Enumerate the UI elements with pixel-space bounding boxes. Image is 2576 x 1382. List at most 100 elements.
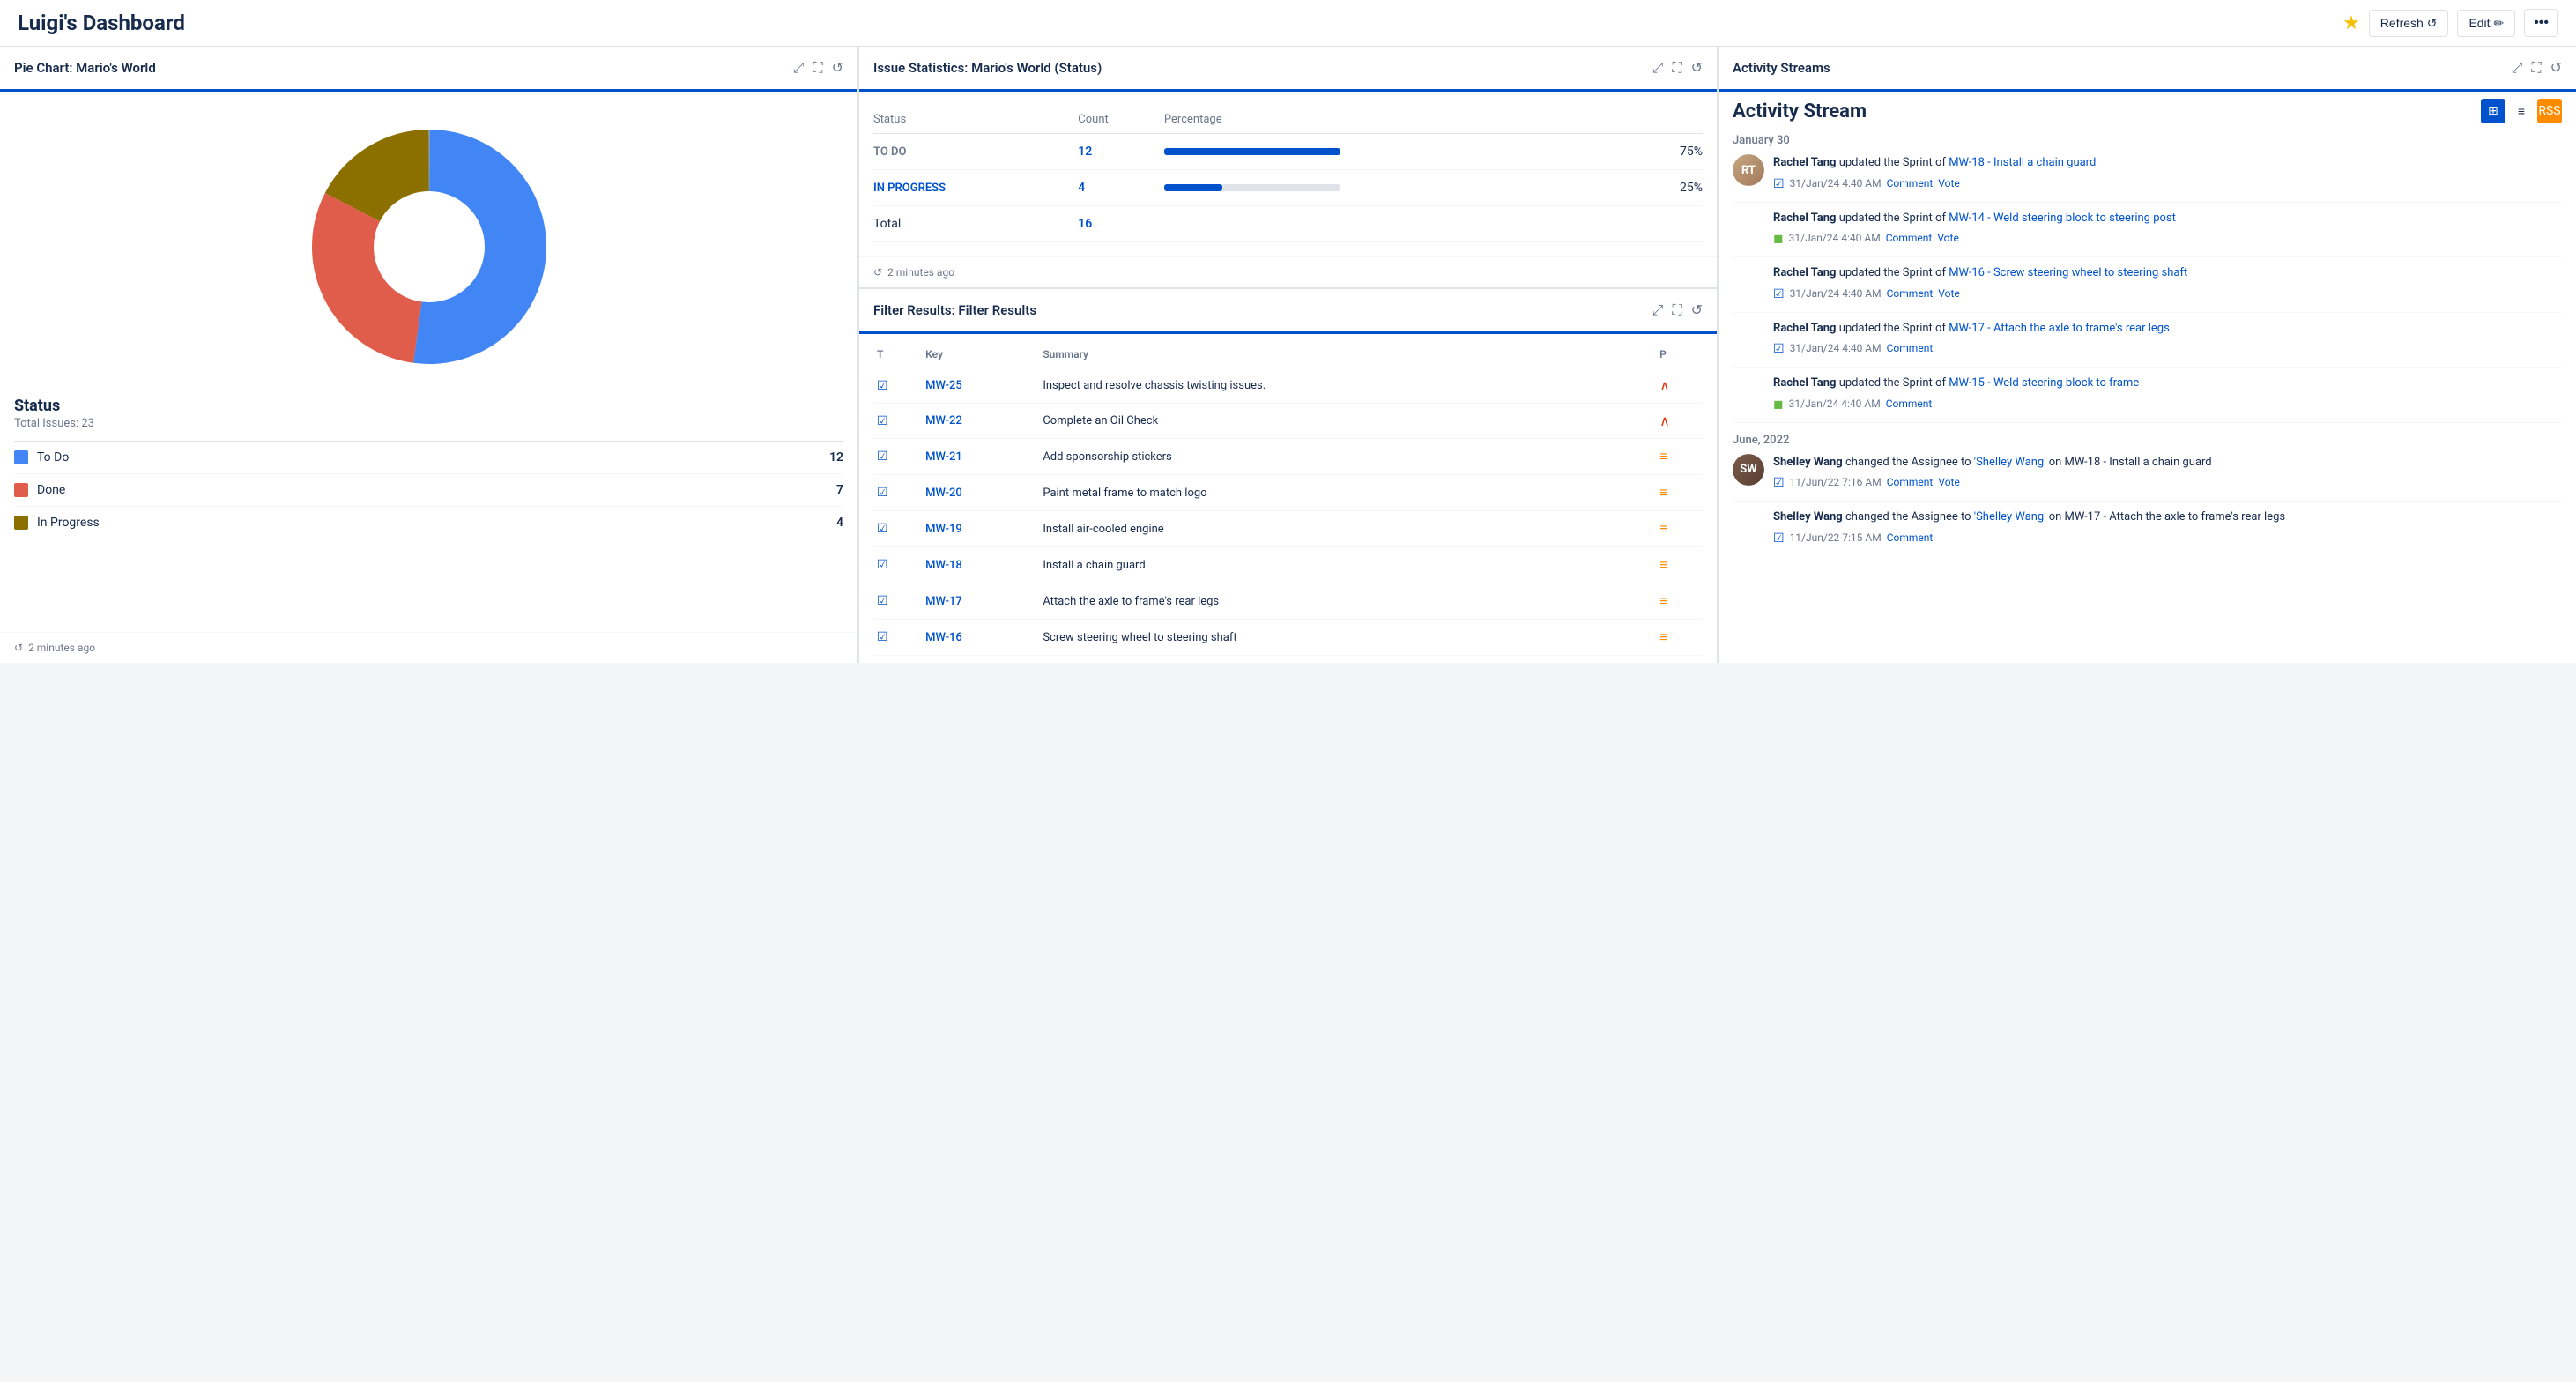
filter-collapse-icon[interactable]: ⤢ (1652, 301, 1664, 319)
collapse-icon[interactable]: ⤢ (793, 59, 805, 77)
pie-chart-footer: ↺ 2 minutes ago (0, 632, 857, 663)
divider-5 (1733, 422, 2562, 423)
activity-link-mw15[interactable]: MW-15 - Weld steering block to frame (1949, 376, 2139, 390)
summary-mw16: Screw steering wheel to steering shaft (1039, 620, 1656, 656)
key-mw25[interactable]: MW-25 (925, 379, 962, 392)
activity-link-sw2[interactable]: 'Shelley Wang' (1974, 510, 2046, 524)
priority-mw17: ≡ (1659, 592, 1667, 609)
legend-count-done: 7 (836, 483, 843, 497)
avatar-shelley-1: SW (1733, 454, 1764, 486)
legend-color-done (14, 483, 28, 497)
more-button[interactable]: ••• (2524, 9, 2558, 37)
activity-view-icons: ⊞ ≡ RSS (2481, 99, 2562, 123)
filter-fullscreen-icon[interactable]: ⛶ (1672, 301, 1681, 319)
activity-item-6: SW Shelley Wang changed the Assignee to … (1733, 454, 2562, 491)
activity-text-3: Rachel Tang updated the Sprint of MW-16 … (1773, 264, 2562, 282)
activity-content-5: Rachel Tang updated the Sprint of MW-15 … (1773, 375, 2562, 412)
activity-time-3: 31/Jan/24 4:40 AM (1790, 287, 1882, 300)
activity-item-3: Rachel Tang updated the Sprint of MW-16 … (1733, 264, 2562, 301)
activity-comment-4[interactable]: Comment (1887, 342, 1934, 354)
col-percentage: Percentage (1164, 106, 1663, 134)
activity-content-6: Shelley Wang changed the Assignee to 'Sh… (1773, 454, 2562, 491)
legend-label-inprogress: In Progress (37, 516, 836, 530)
pct-todo: 75% (1663, 134, 1703, 170)
key-mw18[interactable]: MW-18 (925, 559, 962, 572)
total-label: Total (873, 206, 1078, 242)
activity-content-2: Rachel Tang updated the Sprint of MW-14 … (1773, 210, 2562, 247)
fullscreen-icon[interactable]: ⛶ (813, 59, 822, 77)
legend-count-todo: 12 (829, 450, 843, 464)
type-icon-mw21: ☑ (877, 450, 888, 464)
activity-time-2: 31/Jan/24 4:40 AM (1789, 232, 1881, 244)
view-icon-grid[interactable]: ⊞ (2481, 99, 2505, 123)
activity-meta-5: ◼ 31/Jan/24 4:40 AM Comment (1773, 396, 2562, 412)
activity-comment-5[interactable]: Comment (1886, 398, 1933, 410)
key-mw16[interactable]: MW-16 (925, 631, 962, 644)
filter-panel-header: Filter Results: Filter Results ⤢ ⛶ ↺ (859, 289, 1717, 334)
activity-vote-3[interactable]: Vote (1938, 287, 1960, 300)
refresh-button[interactable]: Refresh ↺ (2369, 10, 2449, 37)
activity-text-6: Shelley Wang changed the Assignee to 'Sh… (1773, 454, 2562, 472)
activity-vote-6[interactable]: Vote (1938, 476, 1960, 488)
stats-collapse-icon[interactable]: ⤢ (1652, 59, 1664, 77)
summary-mw20: Paint metal frame to match logo (1039, 475, 1656, 511)
activity-panel-icons: ⤢ ⛶ ↺ (2512, 59, 2562, 77)
activity-text-4: Rachel Tang updated the Sprint of MW-17 … (1773, 320, 2562, 338)
key-mw17[interactable]: MW-17 (925, 595, 962, 608)
priority-mw20: ≡ (1659, 484, 1667, 501)
count-link-todo[interactable]: 12 (1078, 145, 1092, 159)
key-mw21[interactable]: MW-21 (925, 450, 962, 464)
type-icon-mw17: ☑ (877, 594, 888, 608)
activity-refresh-icon[interactable]: ↺ (2550, 59, 2562, 77)
edit-button[interactable]: Edit ✏ (2457, 10, 2515, 37)
activity-user-6: Shelley Wang (1773, 456, 1843, 469)
legend-item-inprogress: In Progress 4 (14, 507, 843, 539)
pie-chart-header: Pie Chart: Mario's World ⤢ ⛶ ↺ (0, 47, 857, 92)
star-button[interactable]: ★ (2342, 11, 2360, 34)
filter-refresh-icon[interactable]: ↺ (1691, 301, 1703, 319)
activity-link-mw17[interactable]: MW-17 - Attach the axle to frame's rear … (1949, 322, 2170, 335)
activity-time-6: 11/Jun/22 7:16 AM (1790, 476, 1882, 488)
view-icon-list[interactable]: ≡ (2509, 99, 2534, 123)
activity-stream-header: Activity Stream ⊞ ≡ RSS (1733, 99, 2562, 123)
refresh-icon[interactable]: ↺ (832, 59, 843, 77)
view-icon-rss[interactable]: RSS (2537, 99, 2562, 123)
priority-mw21: ≡ (1659, 448, 1667, 464)
activity-vote-2[interactable]: Vote (1937, 232, 1959, 244)
divider-2 (1733, 256, 2562, 257)
activity-comment-3[interactable]: Comment (1887, 287, 1934, 300)
key-mw22[interactable]: MW-22 (925, 414, 962, 427)
activity-fullscreen-icon[interactable]: ⛶ (2531, 59, 2541, 77)
activity-comment-7[interactable]: Comment (1887, 531, 1934, 544)
activity-comment-2[interactable]: Comment (1886, 232, 1933, 244)
activity-link-sw1[interactable]: 'Shelley Wang' (1974, 456, 2046, 469)
activity-comment-6[interactable]: Comment (1887, 476, 1934, 488)
key-mw19[interactable]: MW-19 (925, 523, 962, 536)
type-icon-mw19: ☑ (877, 522, 888, 536)
stats-fullscreen-icon[interactable]: ⛶ (1672, 59, 1681, 77)
stats-refresh-icon[interactable]: ↺ (1691, 59, 1703, 77)
summary-mw25: Inspect and resolve chassis twisting iss… (1039, 368, 1656, 404)
stats-table: Status Count Percentage TO DO 12 (873, 106, 1703, 242)
pct-inprogress: 25% (1663, 170, 1703, 206)
activity-meta-2: ◼ 31/Jan/24 4:40 AM Comment Vote (1773, 230, 2562, 246)
activity-link-mw14[interactable]: MW-14 - Weld steering block to steering … (1949, 212, 2176, 225)
activity-item-2: Rachel Tang updated the Sprint of MW-14 … (1733, 210, 2562, 247)
total-count[interactable]: 16 (1078, 217, 1092, 231)
key-mw20[interactable]: MW-20 (925, 487, 962, 500)
priority-mw22: ∧ (1659, 412, 1670, 429)
activity-time-4: 31/Jan/24 4:40 AM (1790, 342, 1882, 354)
activity-user-1: Rachel Tang (1773, 156, 1836, 169)
pie-chart-title: Pie Chart: Mario's World (14, 60, 156, 76)
activity-vote-1[interactable]: Vote (1938, 177, 1960, 189)
count-link-inprogress[interactable]: 4 (1078, 181, 1085, 195)
pie-chart-panel: Pie Chart: Mario's World ⤢ ⛶ ↺ (0, 47, 857, 663)
activity-comment-1[interactable]: Comment (1887, 177, 1934, 189)
activity-link-mw16[interactable]: MW-16 - Screw steering wheel to steering… (1949, 266, 2187, 279)
filter-col-type: T (873, 341, 922, 368)
activity-meta-6: ☑ 11/Jun/22 7:16 AM Comment Vote (1773, 474, 2562, 490)
activity-text-2: Rachel Tang updated the Sprint of MW-14 … (1773, 210, 2562, 227)
activity-collapse-icon[interactable]: ⤢ (2512, 59, 2523, 77)
activity-link-mw18[interactable]: MW-18 - Install a chain guard (1949, 156, 2096, 169)
pie-chart-icons: ⤢ ⛶ ↺ (793, 59, 843, 77)
